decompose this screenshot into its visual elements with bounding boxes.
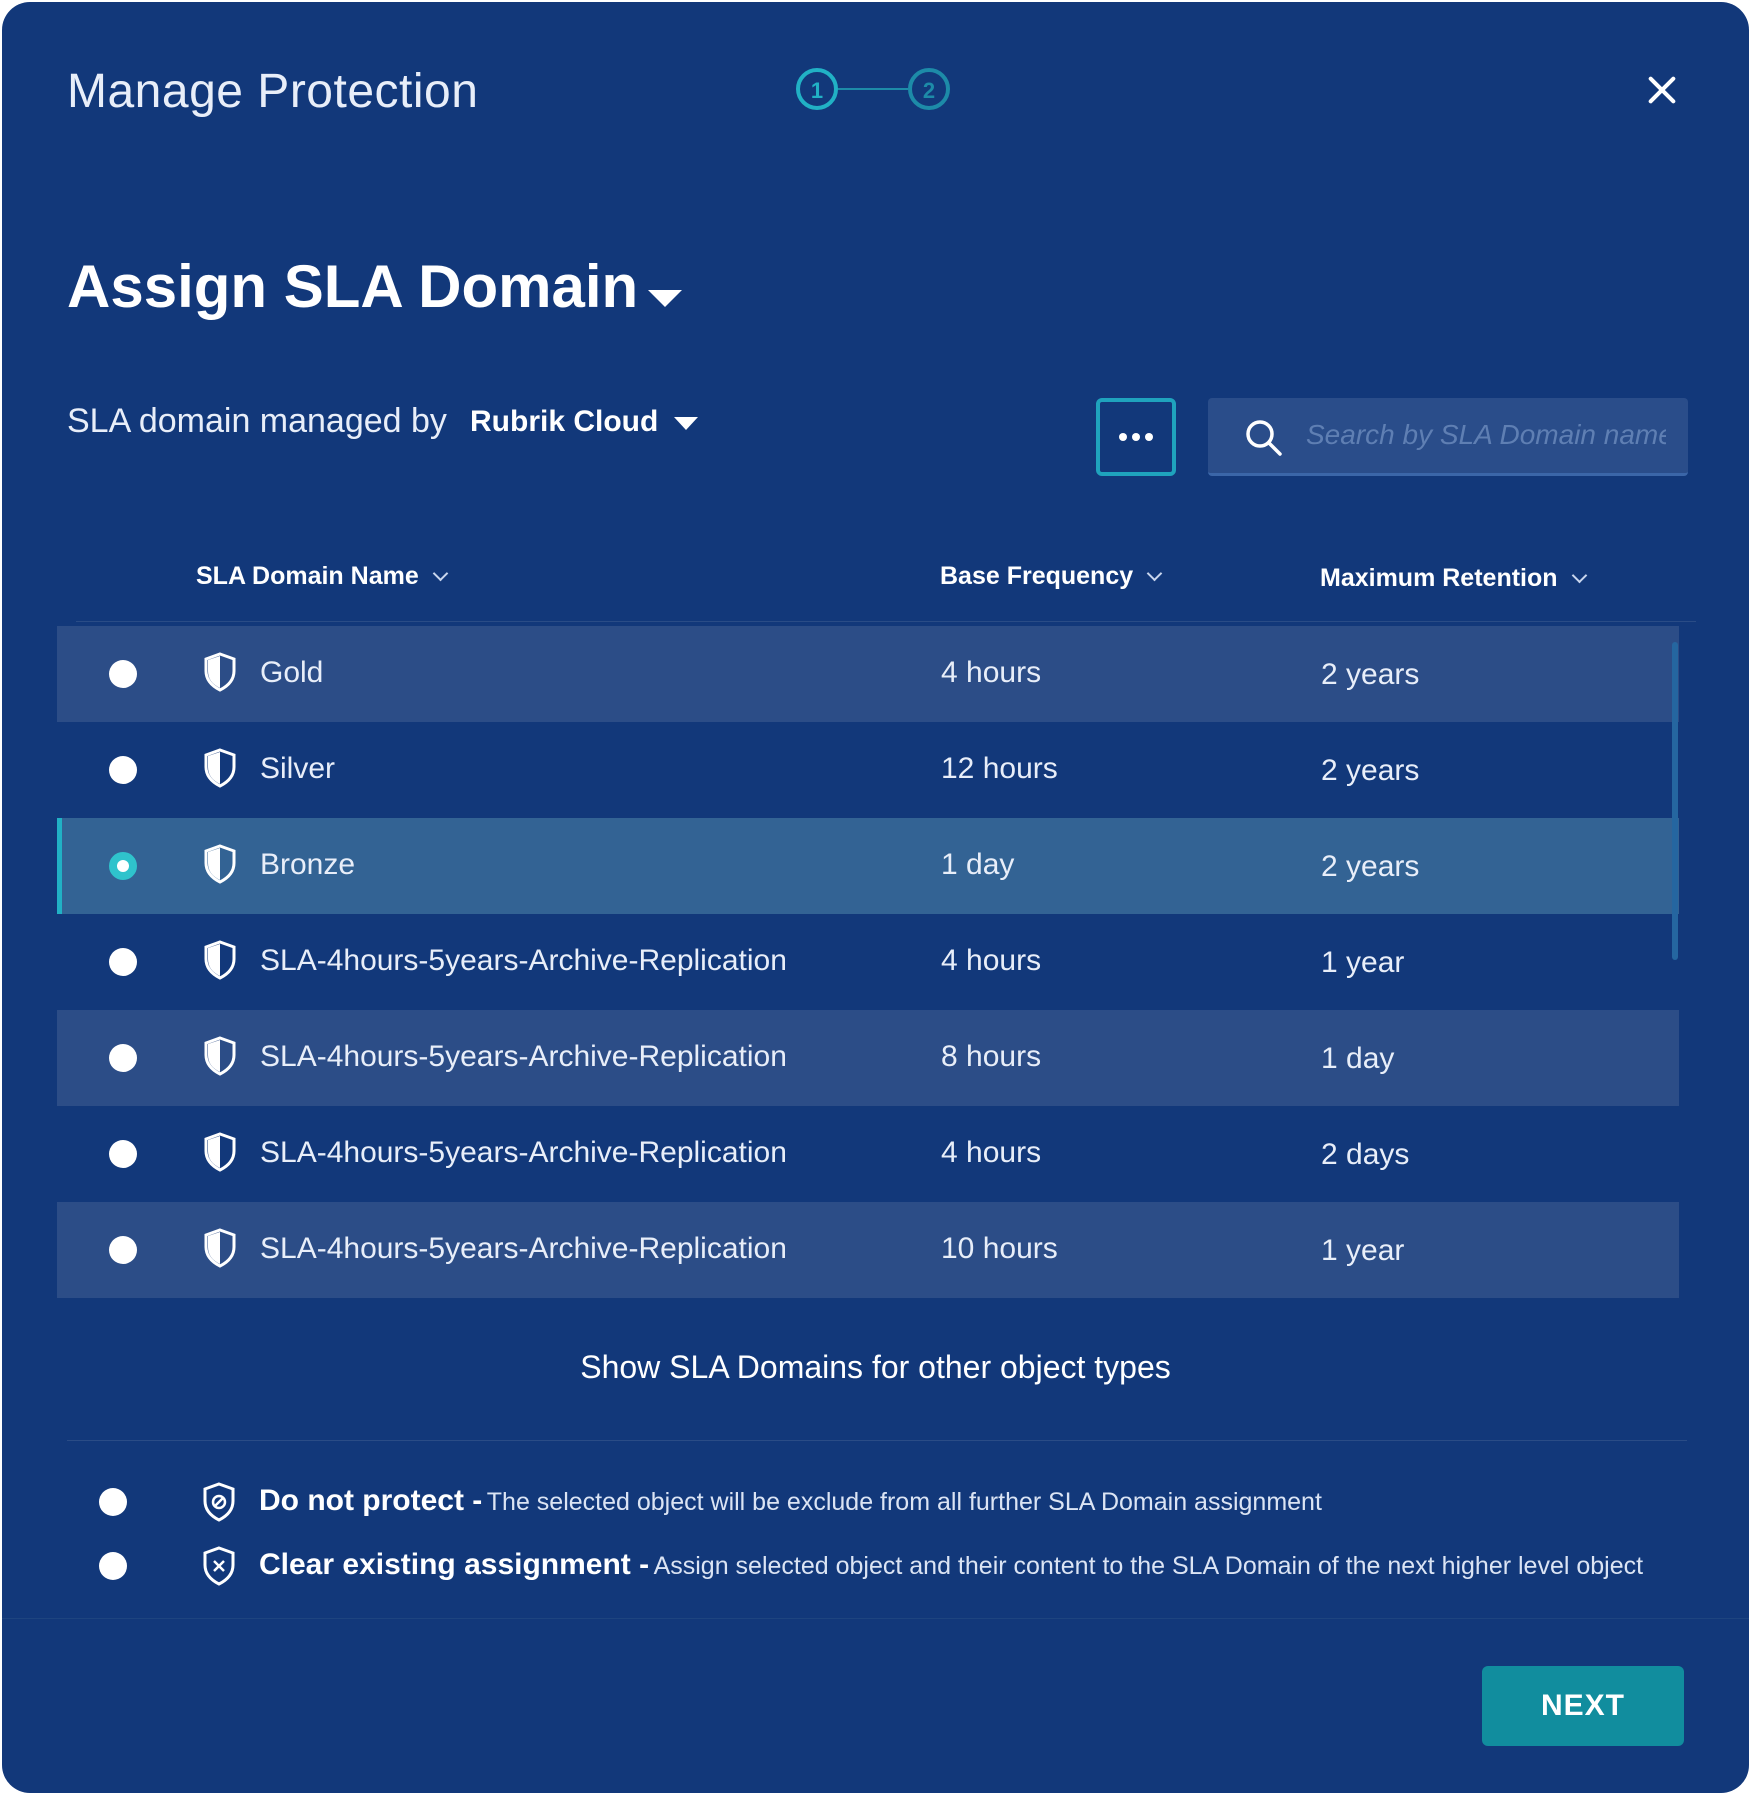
sla-domain-name: Gold [260, 656, 324, 689]
clear-assignment-option[interactable]: Clear existing assignment - Assign selec… [2, 1546, 1749, 1586]
page-title[interactable]: Assign SLA Domain [67, 252, 638, 321]
column-header-base-frequency[interactable]: Base Frequency [940, 562, 1163, 591]
do-not-protect-text: Do not protect - The selected object wil… [259, 1484, 1322, 1518]
shield-icon [204, 940, 236, 980]
base-frequency: 4 hours [941, 944, 1042, 977]
column-header-max-retention[interactable]: Maximum Retention [1320, 564, 1587, 593]
option-description: Assign selected object and their content… [653, 1552, 1644, 1580]
sla-domain-name: Silver [260, 752, 336, 785]
table-row[interactable]: SLA-4hours-5years-Archive-Replication 4 h… [57, 1106, 1679, 1202]
stepper: 1 2 [796, 68, 958, 118]
managed-by-label: SLA domain managed by [67, 402, 447, 440]
table-row[interactable]: Bronze 1 day 2 years [57, 818, 1679, 914]
search-input[interactable] [1304, 412, 1668, 458]
sla-domain-name: SLA-4hours-5years-Archive-Replication [260, 1232, 787, 1265]
footer-divider [2, 1618, 1749, 1619]
shield-blocked-icon [203, 1482, 235, 1522]
heading-dropdown-caret-icon[interactable] [648, 290, 682, 307]
sort-chevron-icon [1571, 567, 1587, 584]
row-radio[interactable] [109, 1236, 137, 1264]
step-1[interactable]: 1 [796, 68, 838, 110]
sla-domain-name: Bronze [260, 848, 356, 881]
manage-protection-dialog: Manage Protection 1 2 Assign SLA Domain … [2, 2, 1749, 1793]
column-header-label: SLA Domain Name [196, 562, 419, 590]
search-icon [1246, 420, 1282, 456]
next-button[interactable]: NEXT [1482, 1666, 1684, 1746]
table-row[interactable]: Gold 4 hours 2 years [57, 626, 1679, 722]
maximum-retention: 1 year [1321, 1234, 1405, 1267]
option-description: The selected object will be exclude from… [486, 1488, 1322, 1516]
shield-icon [204, 1228, 236, 1268]
shield-icon [204, 844, 236, 884]
base-frequency: 4 hours [941, 1136, 1042, 1169]
shield-icon [204, 652, 236, 692]
option-title: Do not protect - [259, 1484, 483, 1517]
column-header-sla-name[interactable]: SLA Domain Name [196, 562, 449, 591]
option-title: Clear existing assignment - [259, 1548, 650, 1581]
step-2[interactable]: 2 [908, 68, 950, 110]
dialog-title: Manage Protection [67, 65, 479, 118]
managed-by-caret-icon[interactable] [674, 417, 698, 430]
table-row[interactable]: Silver 12 hours 2 years [57, 722, 1679, 818]
base-frequency: 10 hours [941, 1232, 1058, 1265]
row-radio[interactable] [109, 1140, 137, 1168]
clear-assignment-radio[interactable] [99, 1552, 127, 1580]
do-not-protect-radio[interactable] [99, 1488, 127, 1516]
table-row[interactable]: SLA-4hours-5years-Archive-Replication 8 h… [57, 1010, 1679, 1106]
row-radio[interactable] [109, 852, 137, 880]
shield-icon [204, 1132, 236, 1172]
base-frequency: 8 hours [941, 1040, 1042, 1073]
base-frequency: 12 hours [941, 752, 1058, 785]
shield-x-icon [203, 1546, 235, 1586]
clear-assignment-text: Clear existing assignment - Assign selec… [259, 1548, 1643, 1582]
shield-icon [204, 1036, 236, 1076]
section-divider [67, 1440, 1687, 1441]
maximum-retention: 1 day [1321, 1042, 1395, 1075]
sla-domain-name: SLA-4hours-5years-Archive-Replication [260, 944, 787, 977]
maximum-retention: 2 days [1321, 1138, 1410, 1171]
shield-icon [204, 748, 236, 788]
do-not-protect-option[interactable]: Do not protect - The selected object wil… [2, 1482, 1749, 1522]
managed-by-select[interactable]: Rubrik Cloud [470, 405, 658, 439]
close-icon[interactable] [1642, 72, 1682, 112]
more-dot-icon [1145, 433, 1153, 441]
more-dot-icon [1132, 433, 1140, 441]
header-divider [76, 621, 1696, 622]
table-scrollbar[interactable] [1672, 642, 1678, 960]
sort-chevron-icon [1146, 565, 1163, 582]
show-other-object-types-link[interactable]: Show SLA Domains for other object types [2, 1349, 1749, 1386]
sla-table: Gold 4 hours 2 years Silver 12 hours 2 years B… [57, 626, 1679, 1298]
column-header-label: Maximum Retention [1320, 564, 1558, 592]
search-box [1208, 398, 1688, 476]
more-dot-icon [1119, 433, 1127, 441]
more-options-button[interactable] [1096, 398, 1176, 476]
maximum-retention: 2 years [1321, 754, 1420, 787]
base-frequency: 1 day [941, 848, 1015, 881]
sort-chevron-icon [432, 565, 449, 582]
maximum-retention: 1 year [1321, 946, 1405, 979]
row-radio[interactable] [109, 756, 137, 784]
column-header-label: Base Frequency [940, 562, 1134, 590]
step-connector [838, 88, 908, 90]
table-row[interactable]: SLA-4hours-5years-Archive-Replication 4 h… [57, 914, 1679, 1010]
row-radio[interactable] [109, 948, 137, 976]
sla-domain-name: SLA-4hours-5years-Archive-Replication [260, 1136, 787, 1169]
base-frequency: 4 hours [941, 656, 1042, 689]
row-radio[interactable] [109, 660, 137, 688]
sla-domain-name: SLA-4hours-5years-Archive-Replication [260, 1040, 787, 1073]
maximum-retention: 2 years [1321, 658, 1420, 691]
maximum-retention: 2 years [1321, 850, 1420, 883]
row-radio[interactable] [109, 1044, 137, 1072]
table-row[interactable]: SLA-4hours-5years-Archive-Replication 10 … [57, 1202, 1679, 1298]
